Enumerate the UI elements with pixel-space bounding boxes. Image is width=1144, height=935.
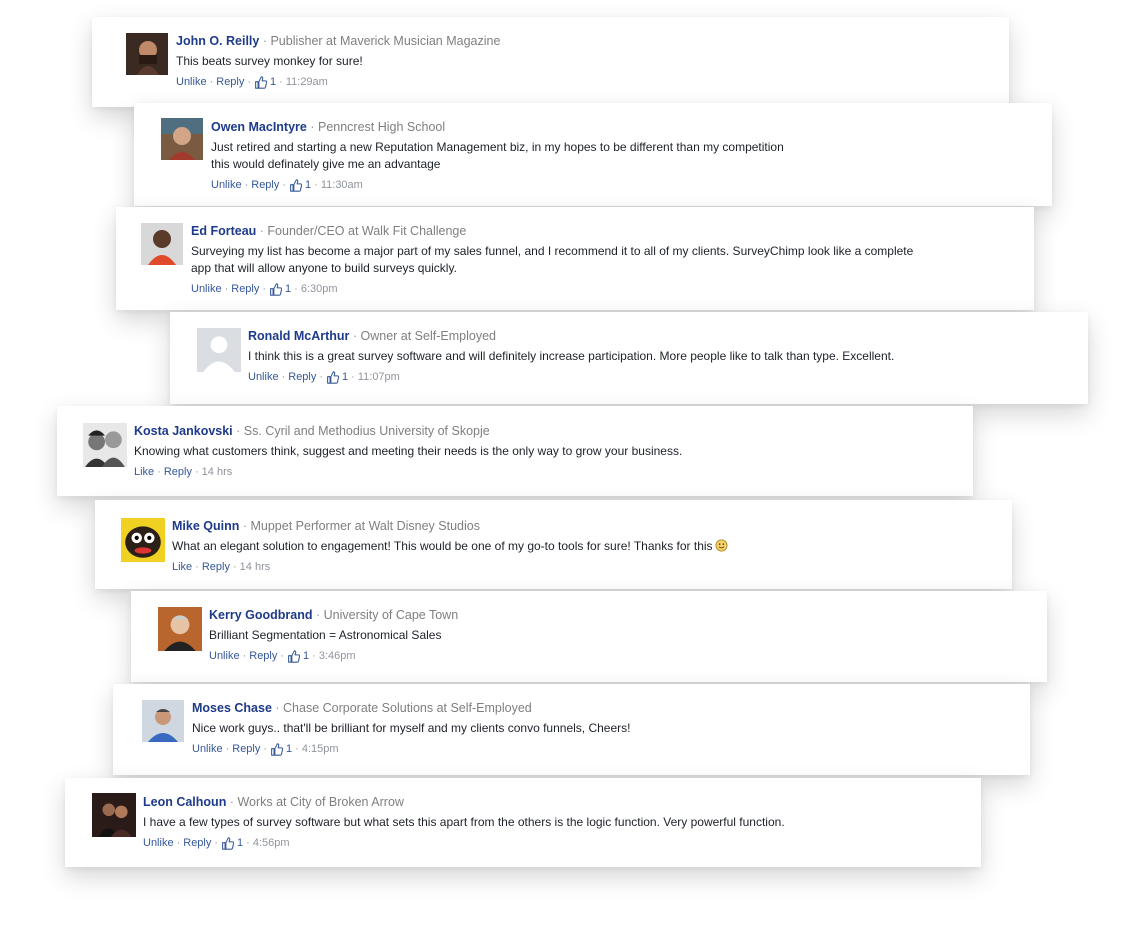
avatar[interactable]	[197, 328, 241, 372]
like-count: 1	[285, 283, 292, 295]
timestamp[interactable]: 14 hrs	[202, 465, 233, 479]
author-affiliation: Penncrest High School	[317, 120, 446, 134]
comment-text-line: This beats survey monkey for sure!	[176, 54, 363, 68]
comment-text-line: this would definately give me an advanta…	[211, 157, 441, 171]
comment-text: Brilliant Segmentation = Astronomical Sa…	[209, 627, 458, 644]
comment-text: Just retired and starting a new Reputati…	[211, 139, 784, 173]
author-name[interactable]: Mike Quinn	[172, 519, 239, 533]
like-link[interactable]: Like	[134, 465, 154, 479]
smiley-emoji-icon	[715, 539, 728, 552]
thumbs-up-icon[interactable]	[269, 282, 283, 296]
avatar[interactable]	[161, 118, 203, 160]
timestamp[interactable]: 11:29am	[286, 75, 328, 89]
timestamp[interactable]: 3:46pm	[319, 649, 356, 663]
comment-text: Surveying my list has become a major par…	[191, 243, 913, 277]
timestamp[interactable]: 4:15pm	[302, 742, 339, 756]
comment-card: Kerry Goodbrand · University of Cape Tow…	[131, 591, 1047, 682]
like-count: 1	[270, 76, 277, 88]
avatar[interactable]	[121, 518, 165, 562]
comment-text: This beats survey monkey for sure!	[176, 53, 500, 70]
author-affiliation: Owner at Self-Employed	[360, 329, 496, 343]
avatar[interactable]	[92, 793, 136, 837]
comment-card: Ed Forteau · Founder/CEO at Walk Fit Cha…	[116, 207, 1034, 310]
comment-card: Moses Chase · Chase Corporate Solutions …	[113, 684, 1030, 775]
comment-card: Owen MacIntyre · Penncrest High School J…	[134, 103, 1052, 206]
thumbs-up-icon[interactable]	[326, 370, 340, 384]
comment-text-line: I think this is a great survey software …	[248, 349, 895, 363]
reply-link[interactable]: Reply	[164, 465, 192, 479]
unlike-link[interactable]: Unlike	[176, 75, 207, 89]
comment-text: Knowing what customers think, suggest an…	[134, 443, 682, 460]
reply-link[interactable]: Reply	[202, 560, 230, 574]
reply-link[interactable]: Reply	[288, 370, 316, 384]
author-name[interactable]: Owen MacIntyre	[211, 120, 307, 134]
unlike-link[interactable]: Unlike	[192, 742, 223, 756]
author-name[interactable]: Kerry Goodbrand	[209, 608, 313, 622]
comment-text: I have a few types of survey software bu…	[143, 814, 785, 831]
like-count: 1	[237, 837, 244, 849]
thumbs-up-icon[interactable]	[287, 649, 301, 663]
unlike-link[interactable]: Unlike	[191, 282, 222, 296]
like-count: 1	[342, 371, 349, 383]
author-affiliation: Works at City of Broken Arrow	[237, 795, 404, 809]
author-name[interactable]: Ed Forteau	[191, 224, 256, 238]
thumbs-up-icon[interactable]	[221, 836, 235, 850]
reply-link[interactable]: Reply	[249, 649, 277, 663]
avatar[interactable]	[83, 423, 127, 467]
timestamp[interactable]: 11:07pm	[358, 370, 400, 384]
author-affiliation: Ss. Cyril and Methodius University of Sk…	[243, 424, 490, 438]
author-name[interactable]: Ronald McArthur	[248, 329, 349, 343]
comment-text-line: Surveying my list has become a major par…	[191, 244, 914, 258]
author-affiliation: Founder/CEO at Walk Fit Challenge	[267, 224, 467, 238]
like-count: 1	[286, 743, 293, 755]
author-affiliation: Publisher at Maverick Musician Magazine	[270, 34, 501, 48]
author-name[interactable]: Moses Chase	[192, 701, 272, 715]
reply-link[interactable]: Reply	[251, 178, 279, 192]
comment-text-line: I have a few types of survey software bu…	[143, 815, 785, 829]
thumbs-up-icon[interactable]	[289, 178, 303, 192]
comment-text-line: What an elegant solution to engagement! …	[172, 539, 713, 553]
avatar[interactable]	[142, 700, 184, 742]
timestamp[interactable]: 6:30pm	[301, 282, 338, 296]
unlike-link[interactable]: Unlike	[248, 370, 279, 384]
timestamp[interactable]: 4:56pm	[253, 836, 290, 850]
unlike-link[interactable]: Unlike	[209, 649, 240, 663]
avatar[interactable]	[141, 223, 183, 265]
author-affiliation: University of Cape Town	[323, 608, 459, 622]
avatar[interactable]	[126, 33, 168, 75]
comment-card: John O. Reilly · Publisher at Maverick M…	[92, 17, 1009, 107]
comment-card: Leon Calhoun · Works at City of Broken A…	[65, 778, 981, 867]
reply-link[interactable]: Reply	[183, 836, 211, 850]
comment-card: Kosta Jankovski · Ss. Cyril and Methodiu…	[57, 406, 973, 496]
avatar[interactable]	[158, 607, 202, 651]
timestamp[interactable]: 14 hrs	[240, 560, 271, 574]
reply-link[interactable]: Reply	[231, 282, 259, 296]
comment-card: Ronald McArthur · Owner at Self-Employed…	[170, 312, 1088, 404]
author-name[interactable]: Leon Calhoun	[143, 795, 226, 809]
reply-link[interactable]: Reply	[232, 742, 260, 756]
unlike-link[interactable]: Unlike	[211, 178, 242, 192]
comment-text: What an elegant solution to engagement! …	[172, 538, 728, 555]
like-link[interactable]: Like	[172, 560, 192, 574]
comment-text-line: Nice work guys.. that'll be brilliant fo…	[192, 721, 631, 735]
thumbs-up-icon[interactable]	[254, 75, 268, 89]
timestamp[interactable]: 11:30am	[321, 178, 363, 192]
comment-text: Nice work guys.. that'll be brilliant fo…	[192, 720, 630, 737]
reply-link[interactable]: Reply	[216, 75, 244, 89]
author-name[interactable]: John O. Reilly	[176, 34, 259, 48]
thumbs-up-icon[interactable]	[270, 742, 284, 756]
author-name[interactable]: Kosta Jankovski	[134, 424, 233, 438]
comment-text-line: app that will allow anyone to build surv…	[191, 261, 457, 275]
like-count: 1	[305, 179, 312, 191]
author-affiliation: Chase Corporate Solutions at Self-Employ…	[283, 701, 532, 715]
unlike-link[interactable]: Unlike	[143, 836, 174, 850]
comment-text: I think this is a great survey software …	[248, 348, 894, 365]
author-affiliation: Muppet Performer at Walt Disney Studios	[250, 519, 480, 533]
like-count: 1	[303, 650, 310, 662]
comment-text-line: Just retired and starting a new Reputati…	[211, 140, 784, 154]
comment-text-line: Knowing what customers think, suggest an…	[134, 444, 683, 458]
comment-card: Mike Quinn · Muppet Performer at Walt Di…	[95, 500, 1012, 589]
comment-text-line: Brilliant Segmentation = Astronomical Sa…	[209, 628, 442, 642]
